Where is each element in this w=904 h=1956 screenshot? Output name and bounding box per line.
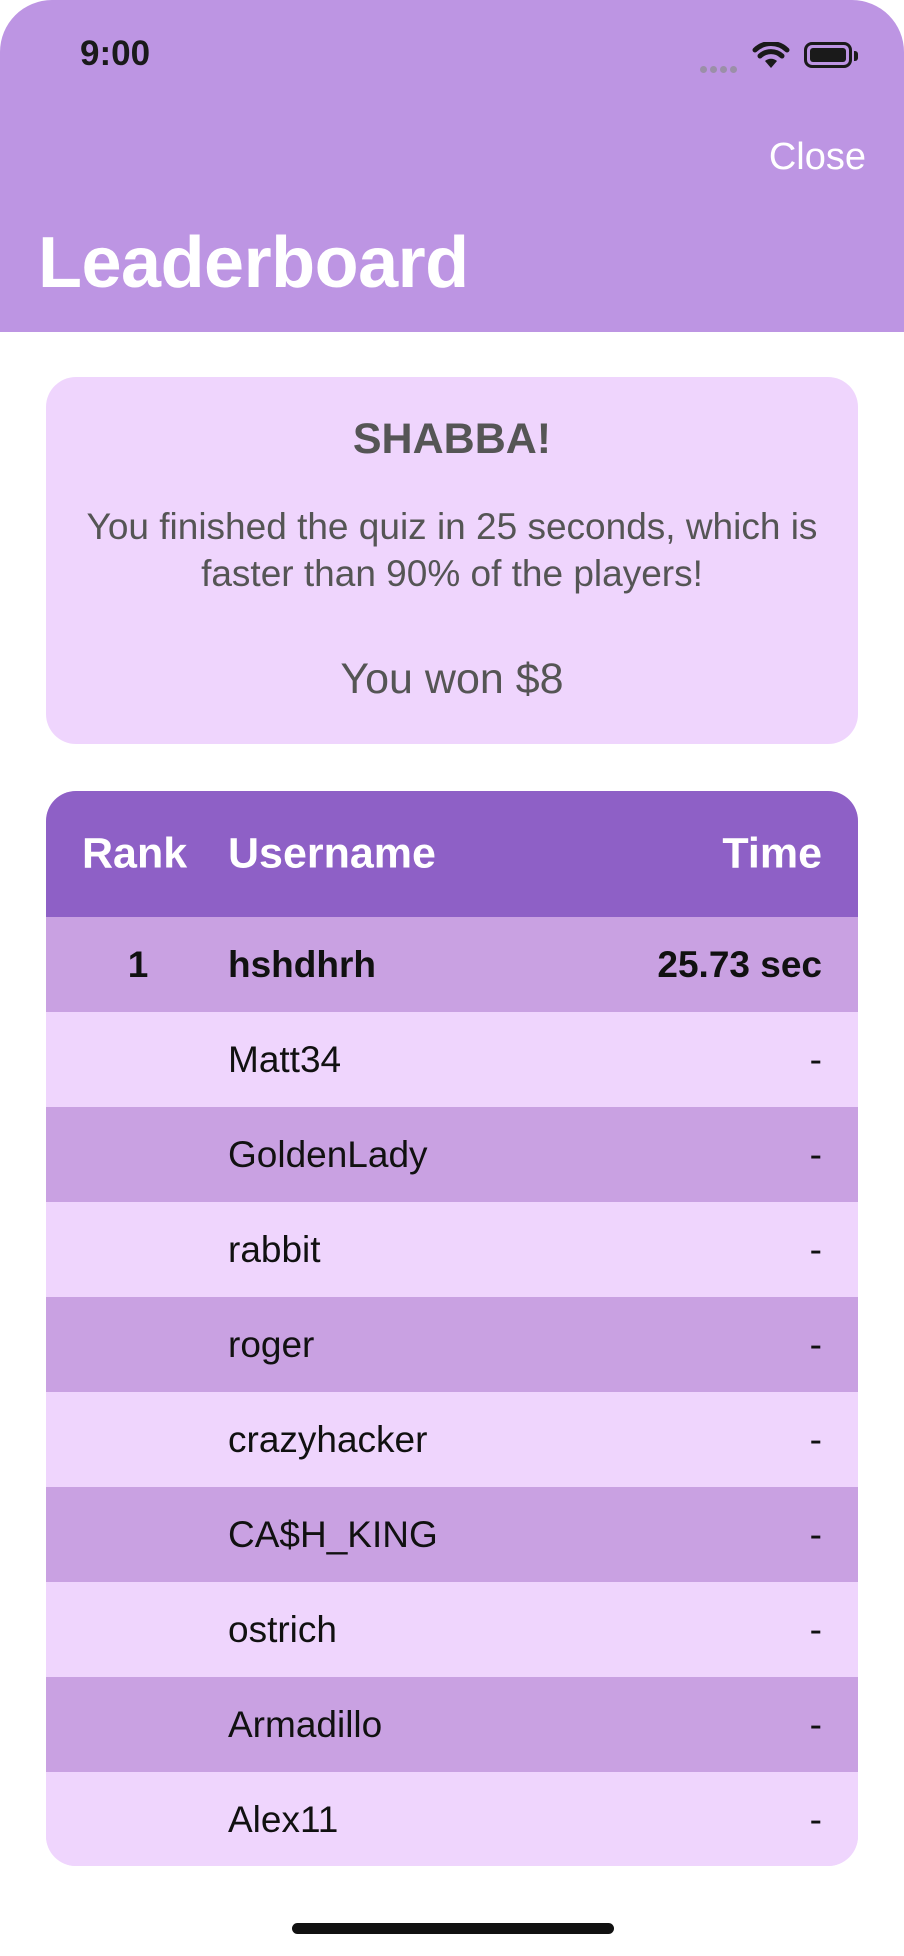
status-time: 9:00	[80, 34, 151, 73]
row-time: -	[809, 1798, 822, 1840]
header-username: Username	[228, 829, 436, 878]
row-time: -	[809, 1703, 822, 1745]
battery-icon	[804, 42, 858, 68]
row-time: -	[809, 1608, 822, 1650]
row-time: -	[809, 1418, 822, 1460]
result-card: SHABBA! You finished the quiz in 25 seco…	[46, 377, 858, 744]
row-time: -	[809, 1038, 822, 1080]
table-row: Matt34 -	[46, 1012, 858, 1107]
row-time: -	[809, 1228, 822, 1270]
row-time: -	[809, 1513, 822, 1555]
table-row: crazyhacker -	[46, 1392, 858, 1487]
navigation-header: 9:00 Close Leaderboard	[0, 0, 904, 332]
row-rank: 1	[127, 943, 149, 985]
row-username: GoldenLady	[228, 1133, 428, 1175]
table-row: Armadillo -	[46, 1677, 858, 1772]
row-username: roger	[228, 1323, 315, 1365]
table-row: roger -	[46, 1297, 858, 1392]
header-time: Time	[722, 829, 822, 878]
close-button[interactable]: Close	[769, 136, 866, 179]
row-username: crazyhacker	[228, 1418, 428, 1460]
result-message: You finished the quiz in 25 seconds, whi…	[86, 506, 818, 594]
row-time: -	[809, 1133, 822, 1175]
wifi-icon	[752, 41, 790, 75]
home-indicator[interactable]	[292, 1923, 614, 1934]
table-row: rabbit -	[46, 1202, 858, 1297]
cellular-signal-icon	[700, 60, 742, 73]
row-time: 25.73 sec	[657, 943, 822, 985]
table-header: Rank Username Time	[46, 791, 858, 917]
table-row: ostrich -	[46, 1582, 858, 1677]
result-prize: You won $8	[340, 655, 564, 703]
result-heading: SHABBA!	[352, 415, 552, 463]
row-time: -	[809, 1323, 822, 1365]
page-title: Leaderboard	[38, 223, 469, 303]
row-username: Matt34	[228, 1038, 342, 1080]
table-row: GoldenLady -	[46, 1107, 858, 1202]
row-username: hshdhrh	[228, 943, 376, 985]
row-username: ostrich	[228, 1608, 337, 1650]
table-row: Alex11 -	[46, 1772, 858, 1866]
row-username: Alex11	[228, 1798, 339, 1840]
row-username: rabbit	[228, 1228, 321, 1270]
row-username: Armadillo	[228, 1703, 383, 1745]
header-rank: Rank	[82, 829, 188, 878]
row-username: CA$H_KING	[228, 1513, 438, 1555]
leaderboard-table: Rank Username Time 1 hshdhrh 25.73 sec M…	[46, 791, 858, 1866]
table-row: 1 hshdhrh 25.73 sec	[46, 917, 858, 1012]
table-row: CA$H_KING -	[46, 1487, 858, 1582]
